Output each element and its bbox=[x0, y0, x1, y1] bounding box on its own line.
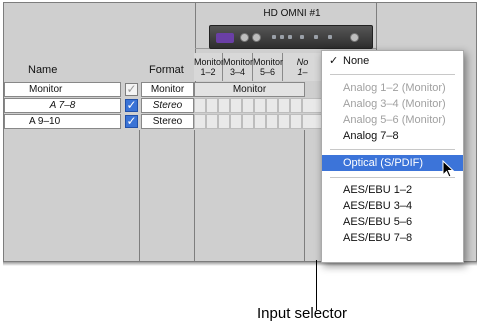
grid-cell[interactable] bbox=[302, 98, 322, 113]
device-title: HD OMNI #1 bbox=[263, 8, 321, 19]
divider bbox=[139, 130, 140, 263]
menu-item-aes-5-6[interactable]: AES/EBU 5–6 bbox=[322, 214, 463, 230]
callout-label: Input selector bbox=[257, 305, 348, 322]
menu-item-label: None bbox=[343, 55, 370, 67]
column-header-monitor-1-2[interactable]: Monitor 1–2 bbox=[194, 53, 225, 81]
track-format: Stereo bbox=[141, 114, 194, 129]
menu-separator bbox=[330, 149, 455, 150]
menu-item-label: Optical (S/PDIF) bbox=[343, 157, 424, 169]
format-column-header: Format bbox=[149, 64, 184, 76]
menu-item-aes-7-8[interactable]: AES/EBU 7–8 bbox=[322, 230, 463, 246]
track-format: Stereo bbox=[141, 98, 194, 113]
menu-item-analog-5-6: Analog 5–6 (Monitor) bbox=[343, 114, 446, 126]
mouse-pointer-icon bbox=[442, 160, 455, 178]
divider bbox=[194, 130, 195, 263]
led-icon bbox=[288, 35, 292, 39]
track-name-field[interactable]: A 9–10 bbox=[4, 114, 121, 129]
avid-logo-icon bbox=[216, 33, 234, 43]
grid-cell[interactable] bbox=[242, 114, 254, 129]
led-icon bbox=[280, 35, 284, 39]
track-name-field[interactable]: A 7–8 bbox=[4, 98, 121, 113]
grid-cell[interactable] bbox=[218, 98, 230, 113]
grid-cell[interactable] bbox=[206, 114, 218, 129]
grid-cell[interactable] bbox=[194, 98, 206, 113]
name-column-header: Name bbox=[28, 64, 58, 76]
column-header-line1: Monitor bbox=[223, 57, 254, 67]
track-name-field[interactable]: Monitor bbox=[4, 82, 121, 97]
column-header-line2: 3–4 bbox=[229, 67, 246, 77]
divider bbox=[304, 130, 305, 263]
column-header-monitor-3-4[interactable]: Monitor 3–4 bbox=[223, 53, 253, 81]
menu-item-analog-1-2: Analog 1–2 (Monitor) bbox=[343, 82, 446, 94]
grid-cell[interactable] bbox=[206, 98, 218, 113]
menu-item-aes-3-4[interactable]: AES/EBU 3–4 bbox=[322, 198, 463, 214]
menu-item-analog-7-8[interactable]: Analog 7–8 bbox=[322, 128, 463, 144]
column-header-line2: 1–2 bbox=[200, 67, 216, 77]
track-checkbox[interactable]: ✓ bbox=[125, 83, 138, 96]
grid-cell[interactable] bbox=[266, 98, 278, 113]
menu-item-analog-3-4: Analog 3–4 (Monitor) bbox=[343, 98, 446, 110]
knob-icon bbox=[240, 33, 249, 42]
column-header-input-selector[interactable]: No 1– bbox=[283, 53, 323, 81]
column-header-line1: No bbox=[296, 57, 309, 67]
column-header-line1: Monitor bbox=[253, 57, 284, 67]
knob-icon bbox=[350, 33, 359, 42]
grid-cell[interactable] bbox=[230, 98, 242, 113]
checkmark-icon: ✓ bbox=[329, 55, 339, 67]
led-icon bbox=[328, 35, 332, 39]
grid-cell[interactable] bbox=[254, 98, 266, 113]
grid-cell[interactable] bbox=[242, 98, 254, 113]
grid-cell[interactable] bbox=[278, 98, 290, 113]
column-header-line1: Monitor bbox=[194, 57, 225, 67]
grid-cell[interactable] bbox=[230, 114, 242, 129]
hd-omni-device-image bbox=[209, 25, 373, 49]
menu-item-aes-1-2[interactable]: AES/EBU 1–2 bbox=[322, 182, 463, 198]
track-format: Monitor bbox=[141, 82, 194, 97]
led-icon bbox=[300, 35, 304, 39]
knob-icon bbox=[252, 33, 261, 42]
track-assignment[interactable]: Monitor bbox=[194, 82, 305, 97]
grid-cell[interactable] bbox=[302, 114, 322, 129]
column-header-line2: 1– bbox=[297, 67, 308, 77]
column-header-monitor-5-6[interactable]: Monitor 5–6 bbox=[253, 53, 283, 81]
track-checkbox[interactable]: ✓ bbox=[125, 115, 138, 128]
input-selector-menu: ✓ None Analog 1–2 (Monitor) Analog 3–4 (… bbox=[321, 50, 464, 263]
grid-cell[interactable] bbox=[290, 114, 302, 129]
led-icon bbox=[314, 35, 318, 39]
grid-cell[interactable] bbox=[278, 114, 290, 129]
led-icon bbox=[272, 35, 276, 39]
column-header-line2: 5–6 bbox=[259, 67, 276, 77]
grid-cell[interactable] bbox=[290, 98, 302, 113]
menu-item-none[interactable]: ✓ None bbox=[322, 53, 463, 69]
grid-cell[interactable] bbox=[254, 114, 266, 129]
grid-cell[interactable] bbox=[218, 114, 230, 129]
menu-separator bbox=[330, 177, 455, 178]
grid-cell[interactable] bbox=[266, 114, 278, 129]
grid-cell[interactable] bbox=[194, 114, 206, 129]
track-checkbox[interactable]: ✓ bbox=[125, 99, 138, 112]
callout-line bbox=[316, 260, 317, 310]
menu-separator bbox=[330, 74, 455, 75]
